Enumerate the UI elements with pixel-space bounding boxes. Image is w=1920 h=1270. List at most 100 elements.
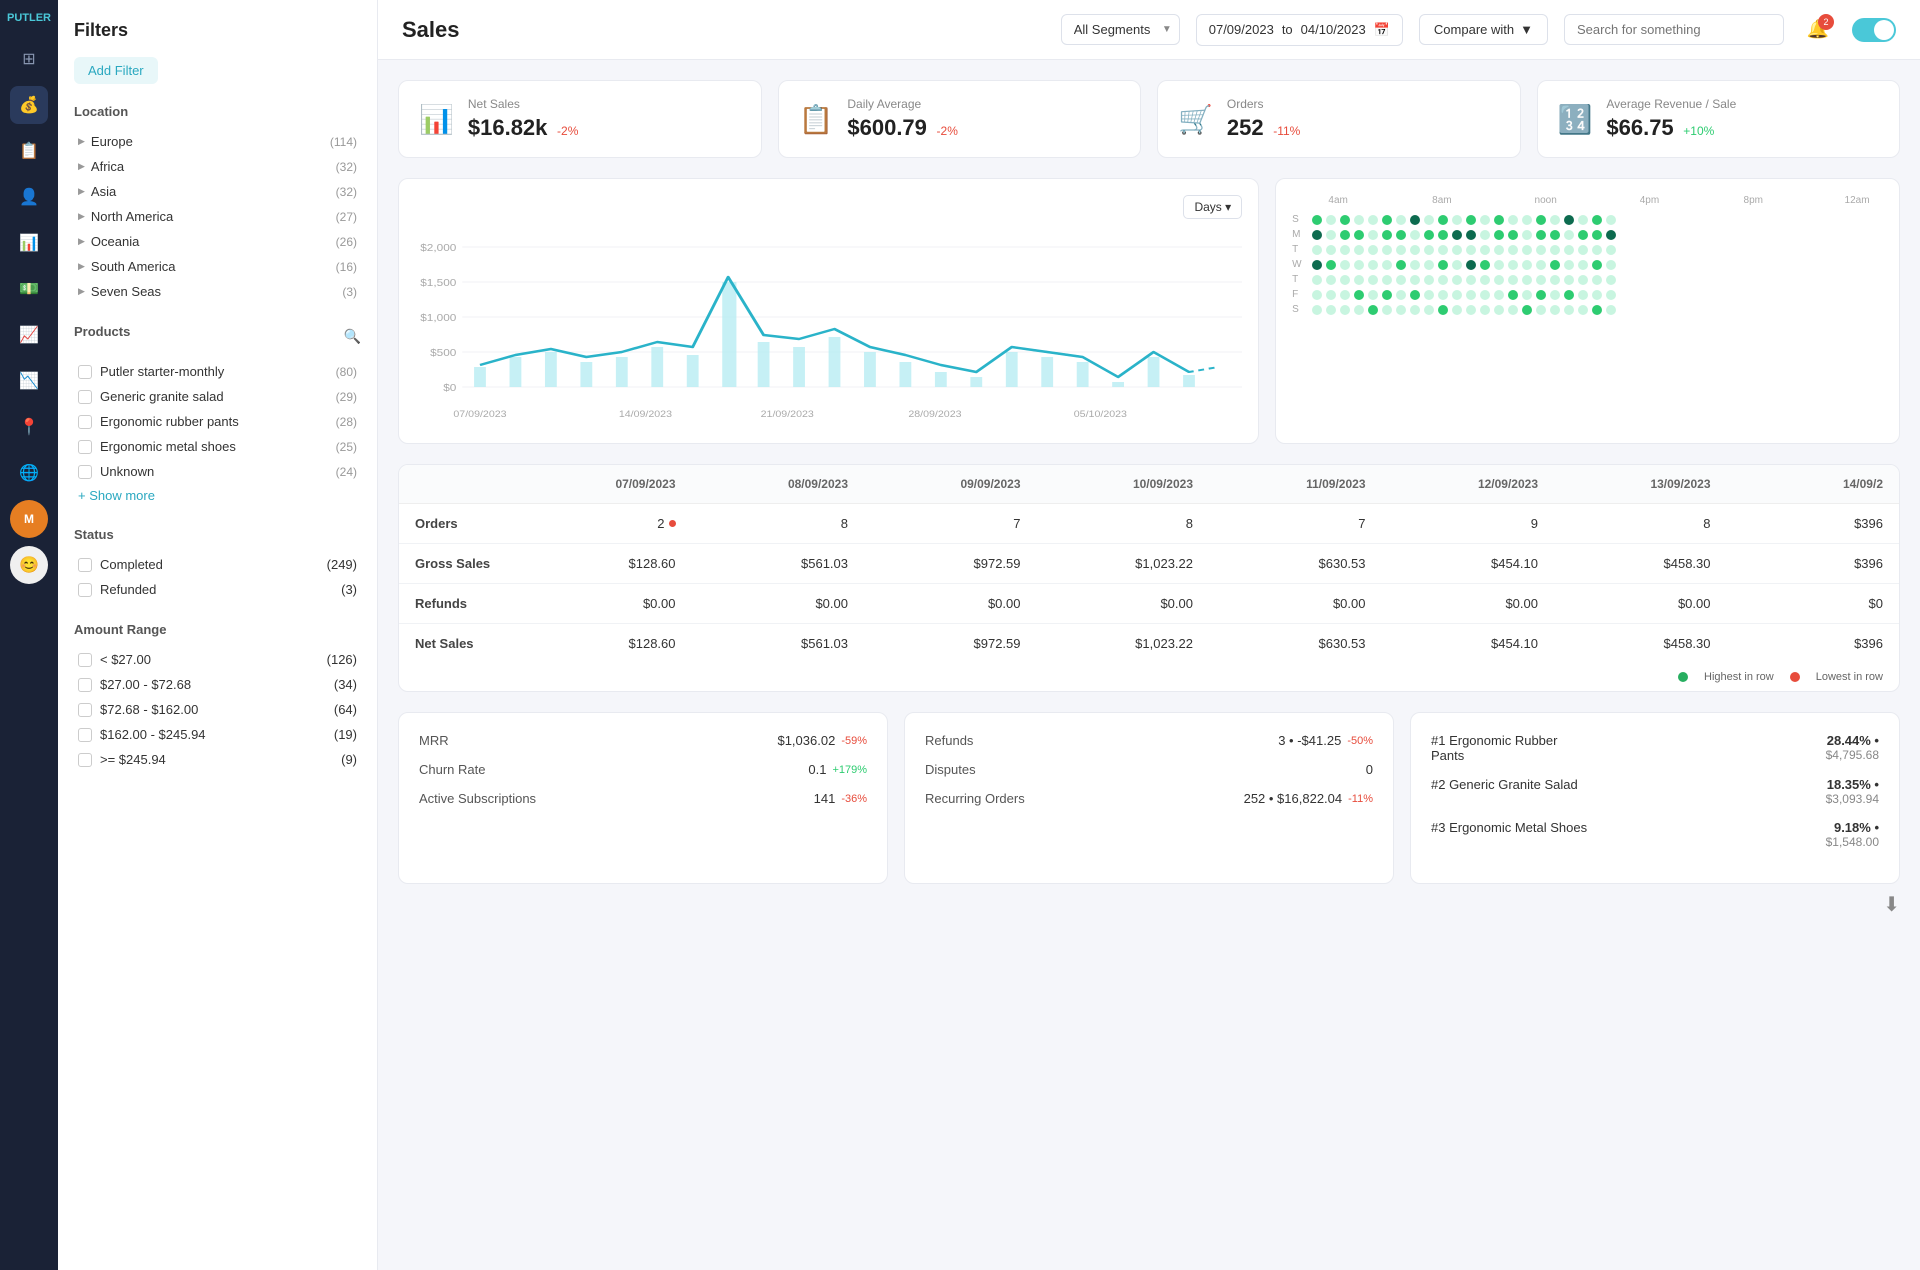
kpi-card-2: 🛒 Orders 252 -11% <box>1157 80 1521 158</box>
location-count: (114) <box>330 135 357 149</box>
show-more-button[interactable]: + Show more <box>74 484 361 507</box>
location-item-europe[interactable]: ▶ Europe (114) <box>74 129 361 154</box>
user-avatar[interactable]: M <box>10 500 48 538</box>
heatmap-dot <box>1452 215 1462 225</box>
heatmap-dot <box>1424 290 1434 300</box>
location-arrow-icon: ▶ <box>78 286 85 297</box>
sidebar-item-customers[interactable]: 👤 <box>10 178 48 216</box>
status-checkbox-0[interactable] <box>78 558 92 572</box>
top-product-stats-1: 18.35% • $3,093.94 <box>1826 777 1879 806</box>
sidebar-item-reports[interactable]: 📊 <box>10 224 48 262</box>
products-search-icon[interactable]: 🔍 <box>344 328 361 345</box>
product-count-1: (29) <box>336 390 357 404</box>
location-arrow-icon: ▶ <box>78 161 85 172</box>
cell-2-4: $0.00 <box>1209 584 1382 624</box>
segment-selector[interactable]: All Segments ▼ <box>1061 14 1180 45</box>
heatmap-day-label: T <box>1292 274 1310 285</box>
location-item-south-america[interactable]: ▶ South America (16) <box>74 254 361 279</box>
notification-button[interactable]: 🔔 2 <box>1800 12 1836 48</box>
kpi-change-3: +10% <box>1683 124 1714 138</box>
sidebar-item-globe[interactable]: 🌐 <box>10 454 48 492</box>
lowest-label: Lowest in row <box>1816 671 1883 683</box>
heatmap-dot <box>1494 230 1504 240</box>
heatmap-dot <box>1564 215 1574 225</box>
add-filter-button[interactable]: Add Filter <box>74 57 158 84</box>
heatmap-dot <box>1410 215 1420 225</box>
heatmap-dot <box>1550 275 1560 285</box>
heatmap-dot <box>1368 260 1378 270</box>
heatmap-dot <box>1368 275 1378 285</box>
cell-3-6: $458.30 <box>1554 624 1727 664</box>
chart-area: $2,000 $1,500 $1,000 $500 $0 25 20 15 10… <box>415 227 1242 427</box>
sidebar-item-sales[interactable]: 💰 <box>10 86 48 124</box>
heatmap-dot <box>1536 305 1546 315</box>
status-checkbox-1[interactable] <box>78 583 92 597</box>
amount-checkbox-4[interactable] <box>78 753 92 767</box>
product-count-4: (24) <box>336 465 357 479</box>
theme-toggle[interactable] <box>1852 18 1896 42</box>
cell-0-6: 8 <box>1554 504 1727 544</box>
heatmap-dot <box>1312 245 1322 255</box>
product-count-2: (28) <box>336 415 357 429</box>
kpi-value-2: 252 <box>1227 115 1264 140</box>
compare-button[interactable]: Compare with ▼ <box>1419 14 1548 45</box>
search-input[interactable] <box>1564 14 1784 45</box>
heatmap-dot <box>1592 245 1602 255</box>
heatmap-dot <box>1354 260 1364 270</box>
status-name-1: Refunded <box>100 582 156 597</box>
location-item-asia[interactable]: ▶ Asia (32) <box>74 179 361 204</box>
toggle-knob <box>1874 20 1894 40</box>
heatmap-dot <box>1382 215 1392 225</box>
product-checkbox-2[interactable] <box>78 415 92 429</box>
compare-label: Compare with <box>1434 22 1514 37</box>
location-item-oceania[interactable]: ▶ Oceania (26) <box>74 229 361 254</box>
kpi-label-1: Daily Average <box>847 97 958 111</box>
heatmap-dot <box>1340 305 1350 315</box>
amount-checkbox-3[interactable] <box>78 728 92 742</box>
date-range-picker[interactable]: 07/09/2023 to 04/10/2023 📅 <box>1196 14 1403 46</box>
product-checkbox-3[interactable] <box>78 440 92 454</box>
compare-arrow-icon: ▼ <box>1520 22 1533 37</box>
location-item-north-america[interactable]: ▶ North America (27) <box>74 204 361 229</box>
segment-select[interactable]: All Segments <box>1061 14 1180 45</box>
product-count-3: (25) <box>336 440 357 454</box>
location-arrow-icon: ▶ <box>78 211 85 222</box>
sidebar-item-trend[interactable]: 📉 <box>10 362 48 400</box>
sidebar-item-chart[interactable]: 📈 <box>10 316 48 354</box>
heatmap-dot <box>1564 275 1574 285</box>
face-icon[interactable]: 😊 <box>10 546 48 584</box>
heatmap-dot <box>1606 260 1616 270</box>
days-button[interactable]: Days ▾ <box>1183 195 1242 219</box>
sidebar-item-orders[interactable]: 📋 <box>10 132 48 170</box>
topbar: Sales All Segments ▼ 07/09/2023 to 04/10… <box>378 0 1920 60</box>
heatmap-dot <box>1410 230 1420 240</box>
heatmap-dot <box>1424 275 1434 285</box>
sidebar-item-pin[interactable]: 📍 <box>10 408 48 446</box>
heatmap-dot <box>1480 275 1490 285</box>
download-button[interactable]: ⬇ <box>1883 892 1900 917</box>
table-header-6: 12/09/2023 <box>1382 465 1555 504</box>
product-name-0: Putler starter-monthly <box>100 364 224 379</box>
location-item-africa[interactable]: ▶ Africa (32) <box>74 154 361 179</box>
amount-checkbox-1[interactable] <box>78 678 92 692</box>
kpi-value-row-2: 252 -11% <box>1227 115 1300 141</box>
product-filter-item-3: Ergonomic metal shoes (25) <box>74 434 361 459</box>
heatmap-row-S: S <box>1292 304 1883 315</box>
filters-title: Filters <box>74 20 361 41</box>
location-item-seven-seas[interactable]: ▶ Seven Seas (3) <box>74 279 361 304</box>
heatmap-row-T: T <box>1292 244 1883 255</box>
heatmap-dot <box>1494 215 1504 225</box>
product-checkbox-4[interactable] <box>78 465 92 479</box>
sidebar-item-dashboard[interactable]: ⊞ <box>10 40 48 78</box>
amount-checkbox-2[interactable] <box>78 703 92 717</box>
amount-checkbox-0[interactable] <box>78 653 92 667</box>
amount-title: Amount Range <box>74 622 361 637</box>
heatmap-dot <box>1550 245 1560 255</box>
kpi-info-3: Average Revenue / Sale $66.75 +10% <box>1606 97 1736 141</box>
heatmap-dot <box>1452 230 1462 240</box>
product-checkbox-1[interactable] <box>78 390 92 404</box>
product-checkbox-0[interactable] <box>78 365 92 379</box>
heatmap-day-label: S <box>1292 304 1310 315</box>
sidebar-item-dollar[interactable]: 💵 <box>10 270 48 308</box>
metric-change: +179% <box>832 764 867 776</box>
